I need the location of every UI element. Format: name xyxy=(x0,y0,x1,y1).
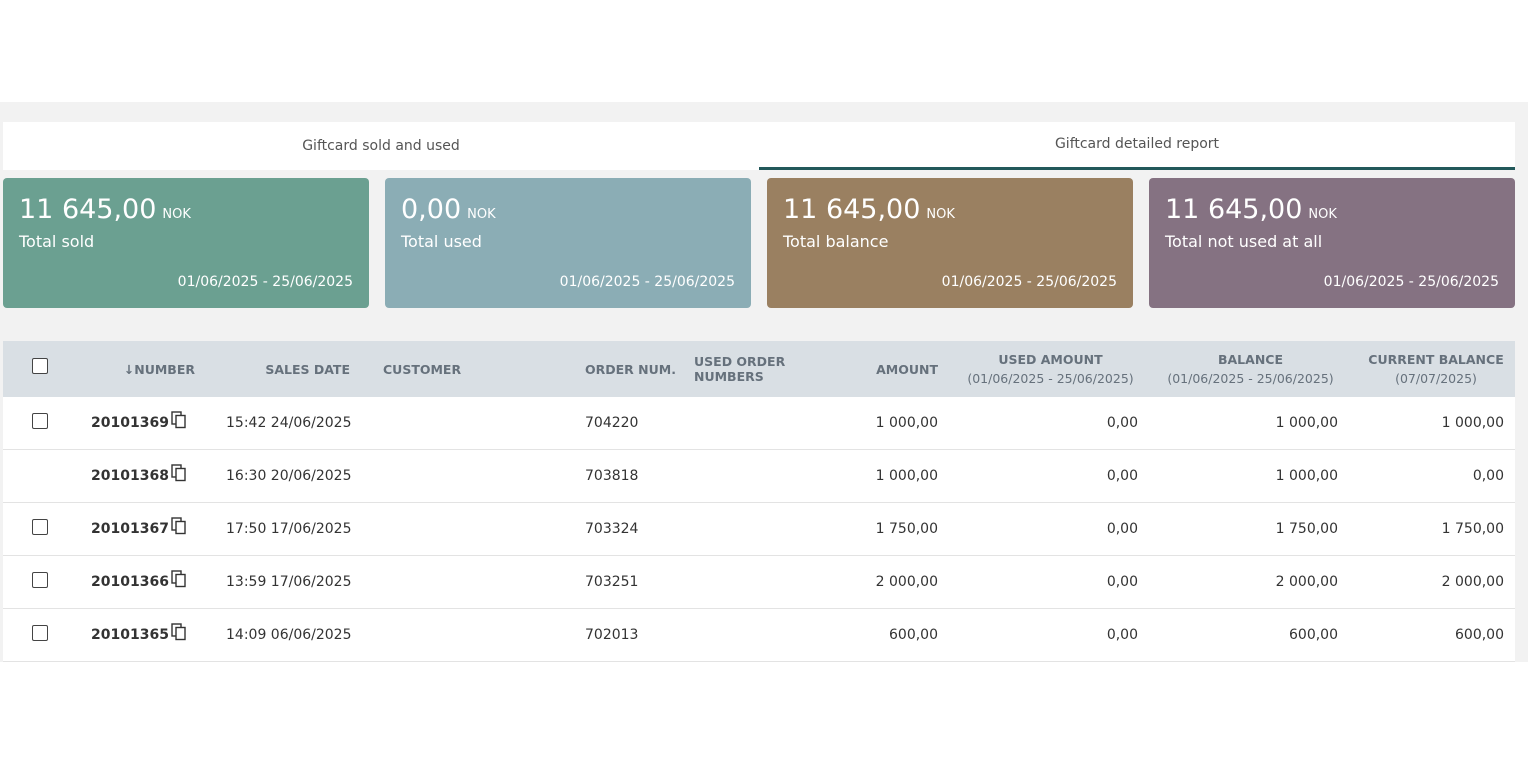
table-row[interactable]: 20101366 13:59 17/06/2025 703251 2 000,00 0,… xyxy=(3,556,1515,609)
column-used-amount[interactable]: USED AMOUNT (01/06/2025 - 25/06/2025) xyxy=(963,341,1138,397)
card-total-used: 0,00 NOK Total used 01/06/2025 - 25/06/20… xyxy=(385,178,751,308)
sales-date: 15:42 24/06/2025 xyxy=(226,415,352,431)
giftcard-number: 20101366 xyxy=(91,574,169,590)
balance: 2 000,00 xyxy=(1275,574,1338,590)
column-used-order-numbers[interactable]: USED ORDER NUMBERS xyxy=(694,341,844,397)
card-label: Total balance xyxy=(783,232,889,251)
copy-icon[interactable] xyxy=(171,623,187,641)
table-row[interactable]: 20101369 15:42 24/06/2025 704220 1 000,00 0,… xyxy=(3,397,1515,450)
report-tabs: Giftcard sold and used Giftcard detailed… xyxy=(3,122,1515,170)
current-balance-label: CURRENT BALANCE xyxy=(1368,352,1504,367)
column-sales-date[interactable]: SALES DATE xyxy=(253,341,350,397)
sales-date: 14:09 06/06/2025 xyxy=(226,627,352,643)
table-row[interactable]: 20101368 16:30 20/06/2025 703818 1 000,00 0,… xyxy=(3,450,1515,503)
column-customer[interactable]: CUSTOMER xyxy=(383,341,503,397)
column-number[interactable]: ↓NUMBER xyxy=(123,341,195,397)
sales-date: 16:30 20/06/2025 xyxy=(226,468,352,484)
card-label: Total not used at all xyxy=(1165,232,1323,251)
card-value: 11 645,00 xyxy=(19,194,157,225)
table-body: 20101369 15:42 24/06/2025 704220 1 000,00 0,… xyxy=(3,397,1515,662)
card-date-range: 01/06/2025 - 25/06/2025 xyxy=(177,274,353,290)
balance-label: BALANCE xyxy=(1217,352,1283,367)
row-checkbox[interactable] xyxy=(32,625,48,641)
used-amount: 0,00 xyxy=(1106,468,1138,484)
order-number[interactable]: 702013 xyxy=(585,609,638,661)
card-value: 0,00 xyxy=(401,194,462,225)
used-amount: 0,00 xyxy=(1106,627,1138,643)
balance: 1 750,00 xyxy=(1275,521,1338,537)
balance: 1 000,00 xyxy=(1275,468,1338,484)
card-total-not-used: 11 645,00 NOK Total not used at all 01/06… xyxy=(1149,178,1515,308)
card-label: Total sold xyxy=(19,232,95,251)
card-date-range: 01/06/2025 - 25/06/2025 xyxy=(941,274,1117,290)
current-balance: 2 000,00 xyxy=(1441,574,1504,590)
tab-giftcard-detailed-report[interactable]: Giftcard detailed report xyxy=(759,122,1515,170)
card-total-balance: 11 645,00 NOK Total balance 01/06/2025 - … xyxy=(767,178,1133,308)
order-number[interactable]: 703818 xyxy=(585,450,638,502)
column-amount[interactable]: AMOUNT xyxy=(843,341,938,397)
summary-cards: 11 645,00 NOK Total sold 01/06/2025 - 25/… xyxy=(3,178,1515,308)
card-currency: NOK xyxy=(1308,207,1337,222)
giftcard-table: ↓NUMBER SALES DATE CUSTOMER ORDER NUM. U… xyxy=(3,341,1515,662)
table-header: ↓NUMBER SALES DATE CUSTOMER ORDER NUM. U… xyxy=(3,341,1515,397)
column-order-num[interactable]: ORDER NUM. xyxy=(585,341,695,397)
giftcard-number: 20101365 xyxy=(91,627,169,643)
order-number[interactable]: 704220 xyxy=(585,397,638,449)
row-checkbox[interactable] xyxy=(32,413,48,429)
card-currency: NOK xyxy=(926,207,955,222)
current-balance: 1 000,00 xyxy=(1441,415,1504,431)
copy-icon[interactable] xyxy=(171,464,187,482)
card-total-sold: 11 645,00 NOK Total sold 01/06/2025 - 25/… xyxy=(3,178,369,308)
card-label: Total used xyxy=(401,232,482,251)
amount: 600,00 xyxy=(889,627,938,643)
giftcard-number: 20101368 xyxy=(91,468,169,484)
copy-icon[interactable] xyxy=(171,411,187,429)
column-current-balance[interactable]: CURRENT BALANCE (07/07/2025) xyxy=(1368,341,1504,397)
table-row[interactable]: 20101365 14:09 06/06/2025 702013 600,00 0,00… xyxy=(3,609,1515,662)
current-balance: 600,00 xyxy=(1455,627,1504,643)
balance-range: (01/06/2025 - 25/06/2025) xyxy=(1167,371,1334,386)
current-balance-date: (07/07/2025) xyxy=(1395,371,1477,386)
amount: 1 750,00 xyxy=(875,521,938,537)
row-checkbox[interactable] xyxy=(32,572,48,588)
order-number[interactable]: 703324 xyxy=(585,503,638,555)
row-checkbox[interactable] xyxy=(32,519,48,535)
copy-icon[interactable] xyxy=(171,570,187,588)
card-date-range: 01/06/2025 - 25/06/2025 xyxy=(559,274,735,290)
giftcard-number: 20101367 xyxy=(91,521,169,537)
column-balance[interactable]: BALANCE (01/06/2025 - 25/06/2025) xyxy=(1163,341,1338,397)
table-row[interactable]: 20101367 17:50 17/06/2025 703324 1 750,00 0,… xyxy=(3,503,1515,556)
amount: 2 000,00 xyxy=(875,574,938,590)
select-all-checkbox[interactable] xyxy=(32,358,48,374)
used-amount: 0,00 xyxy=(1106,574,1138,590)
amount: 1 000,00 xyxy=(875,468,938,484)
copy-icon[interactable] xyxy=(171,517,187,535)
used-amount-label: USED AMOUNT xyxy=(998,352,1103,367)
amount: 1 000,00 xyxy=(875,415,938,431)
card-currency: NOK xyxy=(467,207,496,222)
order-number[interactable]: 703251 xyxy=(585,556,638,608)
sort-arrow-down-icon: ↓ xyxy=(123,361,135,377)
card-value: 11 645,00 xyxy=(783,194,921,225)
column-number-label: NUMBER xyxy=(134,361,195,377)
giftcard-number: 20101369 xyxy=(91,415,169,431)
card-value: 11 645,00 xyxy=(1165,194,1303,225)
sales-date: 17:50 17/06/2025 xyxy=(226,521,352,537)
report-panel: Giftcard sold and used Giftcard detailed… xyxy=(0,102,1528,662)
used-amount: 0,00 xyxy=(1106,521,1138,537)
current-balance: 1 750,00 xyxy=(1441,521,1504,537)
used-amount: 0,00 xyxy=(1106,415,1138,431)
used-amount-range: (01/06/2025 - 25/06/2025) xyxy=(967,371,1134,386)
card-date-range: 01/06/2025 - 25/06/2025 xyxy=(1323,274,1499,290)
tab-giftcard-sold-and-used[interactable]: Giftcard sold and used xyxy=(3,122,759,170)
current-balance: 0,00 xyxy=(1472,468,1504,484)
card-currency: NOK xyxy=(162,207,191,222)
balance: 600,00 xyxy=(1289,627,1338,643)
balance: 1 000,00 xyxy=(1275,415,1338,431)
sales-date: 13:59 17/06/2025 xyxy=(226,574,352,590)
